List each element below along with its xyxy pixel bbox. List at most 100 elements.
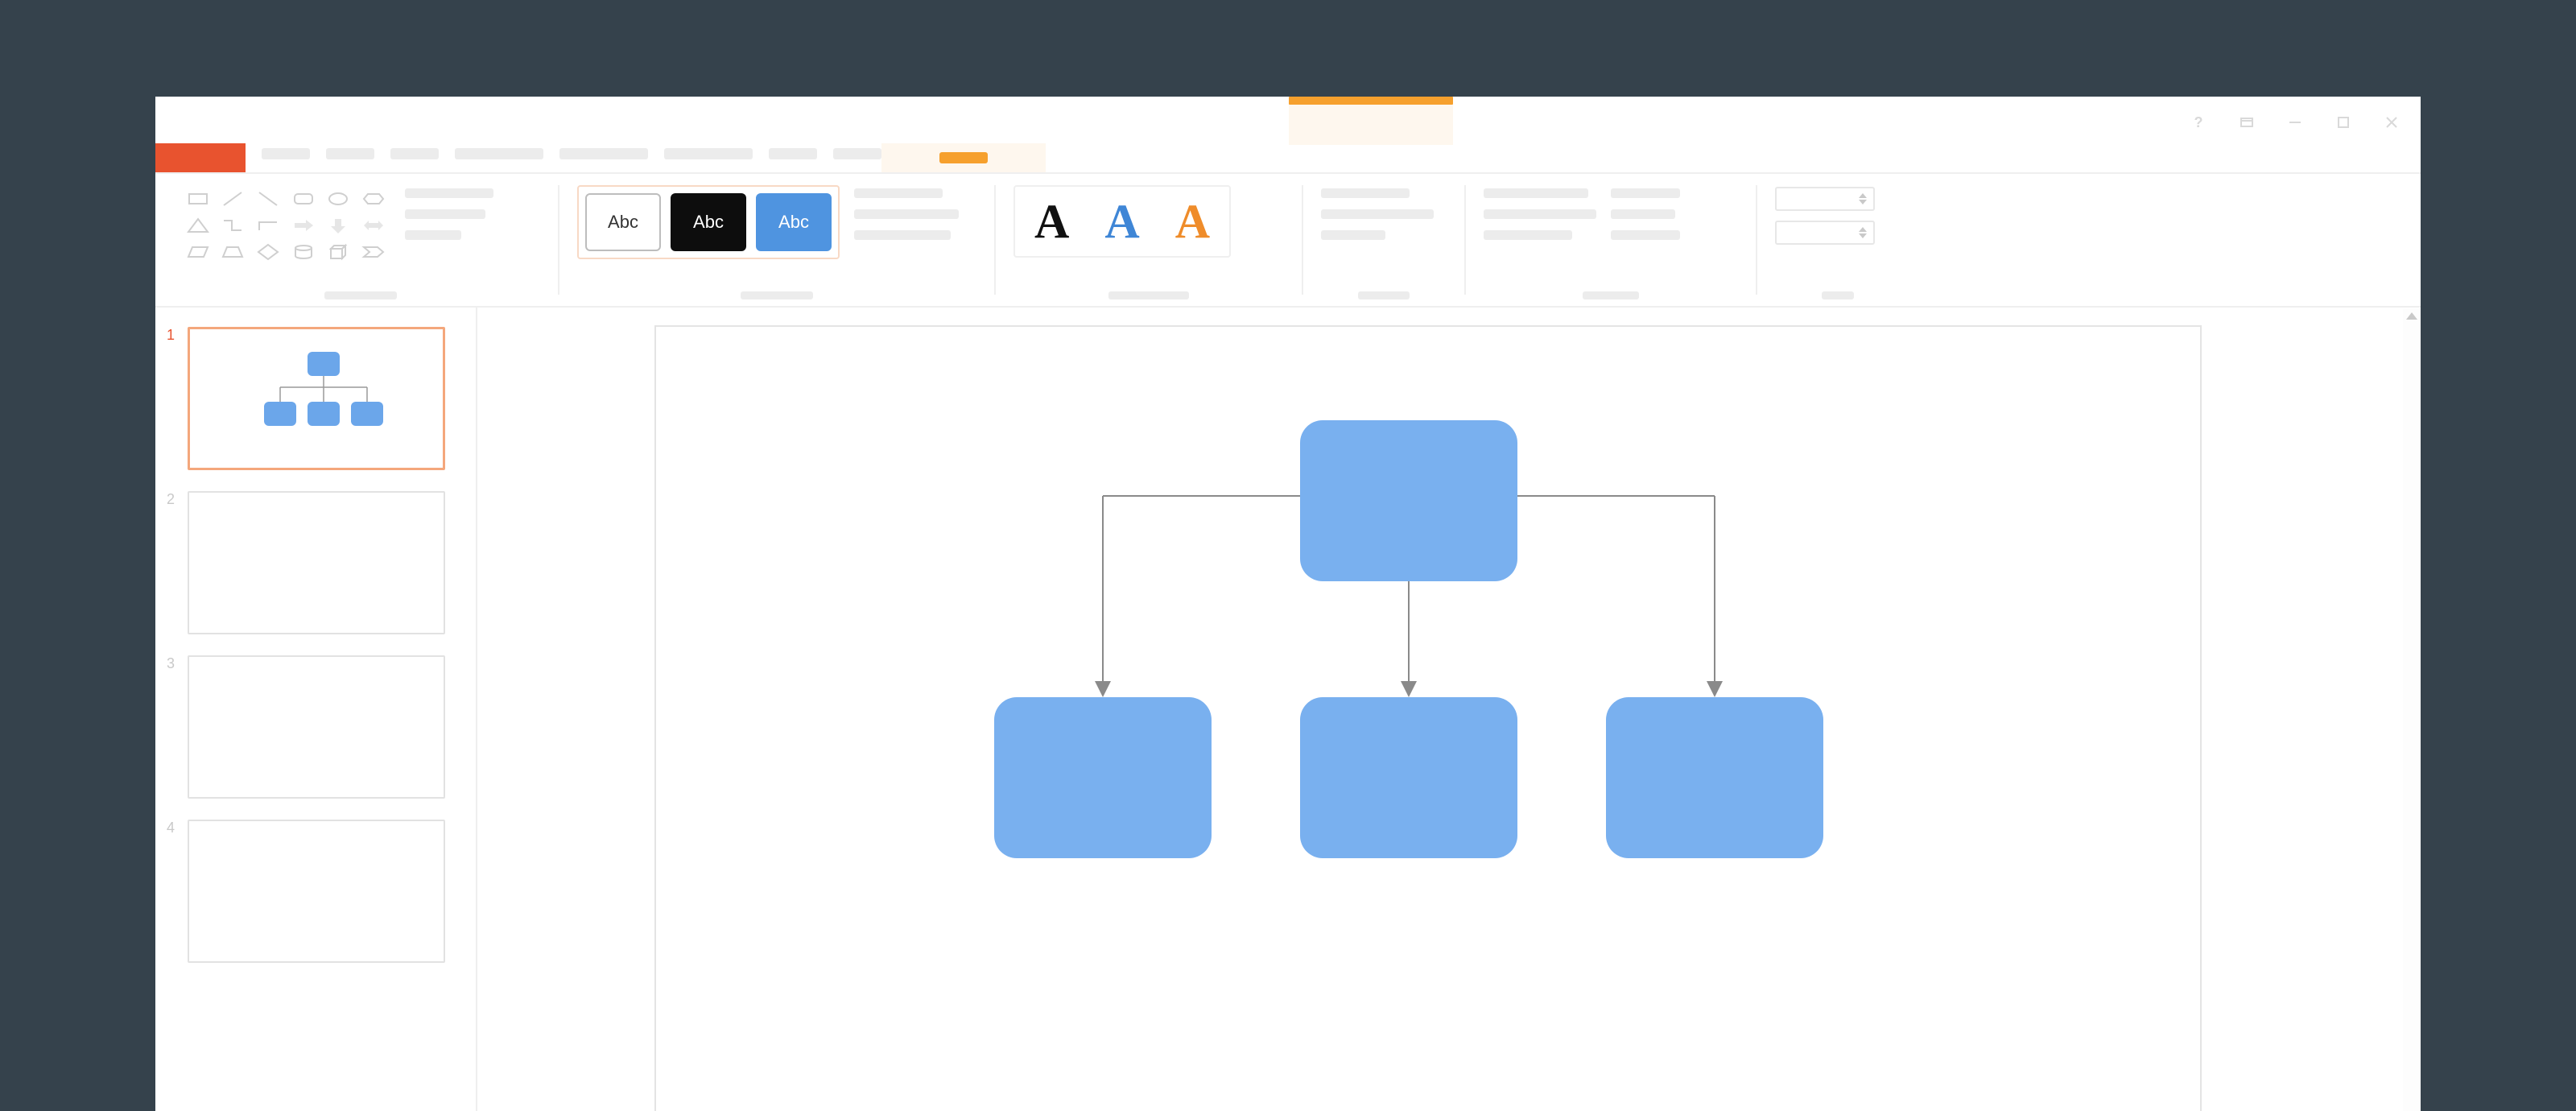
shape-cube-icon[interactable] [324, 241, 354, 264]
org-chart-box-child-b[interactable] [1300, 697, 1517, 858]
group-label-accessibility [1358, 291, 1410, 299]
minimize-button[interactable] [2287, 114, 2303, 130]
org-chart-box-child-c[interactable] [1606, 697, 1823, 858]
shape-line-icon[interactable] [218, 187, 249, 210]
shape-chevron-icon[interactable] [358, 241, 389, 264]
group-label-shape-styles [741, 291, 813, 299]
file-tab[interactable] [155, 143, 246, 172]
shape-fill-button[interactable] [854, 188, 943, 198]
shape-triangle-icon[interactable] [183, 213, 213, 237]
group-label-size [1822, 291, 1854, 299]
contextual-tab-bg [1289, 105, 1453, 145]
selection-button[interactable] [1611, 230, 1680, 240]
shape-parallelogram-icon[interactable] [183, 241, 213, 264]
shape-style-black[interactable]: Abc [671, 193, 746, 251]
wordart-style-black[interactable]: A [1034, 197, 1069, 246]
tab-design[interactable] [390, 148, 439, 159]
tab-view[interactable] [833, 148, 881, 159]
slide-number: 3 [167, 655, 178, 799]
ribbon-group-wordart-styles: A A A [996, 174, 1302, 306]
ribbon-group-accessibility [1303, 174, 1464, 306]
slide-canvas[interactable] [654, 325, 2202, 1111]
tab-home[interactable] [262, 148, 310, 159]
ribbon: Abc Abc Abc A A A [155, 174, 2421, 308]
rotate-button[interactable] [1611, 209, 1675, 219]
edit-shape-button[interactable] [405, 188, 493, 198]
shape-height-input[interactable] [1775, 187, 1875, 211]
ribbon-display-options-button[interactable] [2239, 114, 2255, 130]
tab-shape-format[interactable] [881, 143, 1046, 172]
group-label-arrange [1583, 291, 1639, 299]
bring-forward-button[interactable] [1484, 188, 1588, 198]
shape-cylinder-icon[interactable] [288, 241, 319, 264]
shape-line2-icon[interactable] [253, 187, 283, 210]
ribbon-tab-strip [155, 145, 2421, 174]
align-button[interactable] [1321, 230, 1385, 240]
shape-rectangle-icon[interactable] [183, 187, 213, 210]
ribbon-group-shape-styles: Abc Abc Abc [559, 174, 994, 306]
vertical-scrollbar[interactable] [2403, 309, 2421, 1111]
selection-pane-button[interactable] [1321, 209, 1434, 219]
slide-thumbnail-4[interactable] [188, 820, 445, 963]
tab-slideshow[interactable] [664, 148, 753, 159]
shape-arrow-right-icon[interactable] [288, 213, 319, 237]
shape-arrow-down-icon[interactable] [324, 213, 354, 237]
close-button[interactable] [2384, 114, 2400, 130]
maximize-button[interactable] [2335, 114, 2351, 130]
org-chart-box-child-a[interactable] [994, 697, 1212, 858]
shape-style-blue[interactable]: Abc [756, 193, 832, 251]
scroll-up-arrow-icon[interactable] [2406, 312, 2417, 320]
slide-number: 1 [167, 327, 178, 470]
slide-thumbnail-2[interactable] [188, 491, 445, 634]
workspace: 1 2 3 [155, 308, 2421, 1111]
alt-text-button[interactable] [1321, 188, 1410, 198]
shape-style-outline[interactable]: Abc [585, 193, 661, 251]
ribbon-group-arrange [1466, 174, 1756, 306]
shape-style-gallery[interactable]: Abc Abc Abc [577, 185, 840, 259]
shape-width-input[interactable] [1775, 221, 1875, 245]
title-bar: ? [155, 97, 2421, 145]
shape-ellipse-icon[interactable] [324, 187, 354, 210]
group-button[interactable] [1484, 230, 1572, 240]
shape-diamond-icon[interactable] [253, 241, 283, 264]
slide-thumbnail-row: 2 [167, 491, 458, 634]
tab-animations[interactable] [559, 148, 648, 159]
slide-thumbnail-row: 1 [167, 327, 458, 470]
slide-thumbnail-row: 3 [167, 655, 458, 799]
text-box-button[interactable] [405, 209, 485, 219]
shape-arrow-bidir-icon[interactable] [358, 213, 389, 237]
shape-hexagon-icon[interactable] [358, 187, 389, 210]
slide-number: 4 [167, 820, 178, 963]
shape-gallery[interactable] [181, 185, 390, 266]
slide-thumbnail-row: 4 [167, 820, 458, 963]
tab-shape-format-label [939, 152, 988, 163]
merge-shapes-button[interactable] [405, 230, 461, 240]
slide-thumbnail-panel[interactable]: 1 2 3 [155, 308, 477, 1111]
shape-outline-button[interactable] [854, 209, 959, 219]
window-controls: ? [2190, 114, 2400, 130]
ribbon-group-size [1757, 174, 1918, 306]
slide-thumbnail-3[interactable] [188, 655, 445, 799]
send-backward-button[interactable] [1484, 209, 1596, 219]
shape-effects-button[interactable] [854, 230, 951, 240]
wordart-style-blue[interactable]: A [1104, 197, 1139, 246]
slide-thumbnail-1[interactable] [188, 327, 445, 470]
wordart-gallery[interactable]: A A A [1013, 185, 1231, 258]
tab-insert[interactable] [326, 148, 374, 159]
slide-number: 2 [167, 491, 178, 634]
wordart-style-orange[interactable]: A [1175, 197, 1210, 246]
align-menu-button[interactable] [1611, 188, 1680, 198]
ribbon-group-insert-shapes [163, 174, 558, 306]
tab-review[interactable] [769, 148, 817, 159]
org-chart-box-top[interactable] [1300, 420, 1517, 581]
group-label-wordart [1108, 291, 1189, 299]
shape-elbow-icon[interactable] [253, 213, 283, 237]
shape-rounded-rect-icon[interactable] [288, 187, 319, 210]
contextual-tab-accent [1289, 97, 1453, 105]
shape-trapezoid-icon[interactable] [218, 241, 249, 264]
group-label-insert-shapes [324, 291, 397, 299]
powerpoint-window: ? [155, 97, 2421, 1111]
shape-connector-icon[interactable] [218, 213, 249, 237]
help-button[interactable]: ? [2190, 114, 2207, 130]
tab-transitions[interactable] [455, 148, 543, 159]
